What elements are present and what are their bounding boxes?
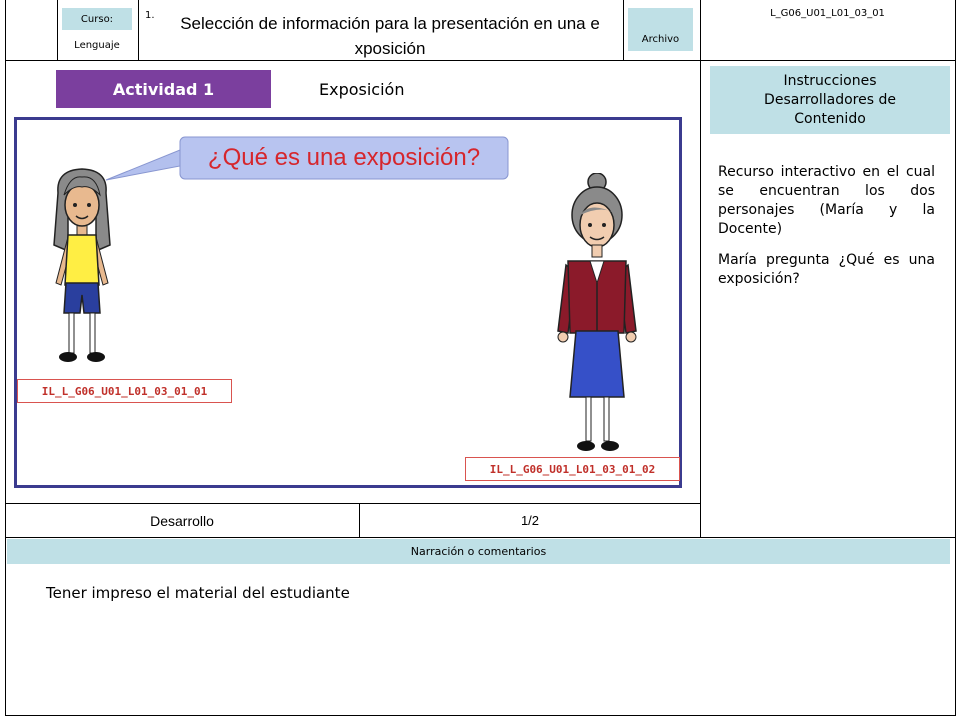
instructions-paragraph-2: María pregunta ¿Qué es una exposición? (718, 252, 935, 287)
header-col-2 (138, 0, 139, 60)
instructions-divider (700, 60, 701, 537)
image-id-1: IL_L_G06_U01_L01_03_01_01 (17, 379, 232, 403)
header-col-3 (623, 0, 624, 60)
border-bottom (5, 715, 956, 716)
docente-character (557, 173, 637, 451)
border-right (955, 0, 956, 716)
narration-divider (5, 537, 956, 538)
header-number: 1. (145, 10, 155, 21)
narration-label: Narración o comentarios (7, 539, 950, 564)
instructions-title: Instrucciones Desarrolladores de Conteni… (710, 66, 950, 134)
header-col-4 (700, 0, 701, 60)
instructions-paragraph-1: Recurso interactivo en el cual se encuen… (718, 164, 935, 237)
archivo-label: Archivo (628, 8, 693, 51)
curso-label: Curso: (62, 8, 132, 30)
narration-text: Tener impreso el material del estudiante (46, 584, 350, 602)
page-title: Selección de información para la present… (180, 14, 600, 58)
activity-badge: Actividad 1 (56, 70, 271, 108)
stage-label: Desarrollo (150, 512, 214, 529)
curso-value: Lenguaje (74, 40, 120, 51)
activity-subtitle: Exposición (319, 80, 405, 99)
border-left (5, 0, 6, 716)
file-code: L_G06_U01_L01_03_01 (770, 8, 885, 19)
maria-character (53, 168, 111, 362)
image-id-2: IL_L_G06_U01_L01_03_01_02 (465, 457, 680, 481)
page-indicator: 1/2 (520, 513, 540, 528)
speech-text: ¿Qué es una exposición? (207, 144, 481, 171)
header-col-1 (57, 0, 58, 60)
